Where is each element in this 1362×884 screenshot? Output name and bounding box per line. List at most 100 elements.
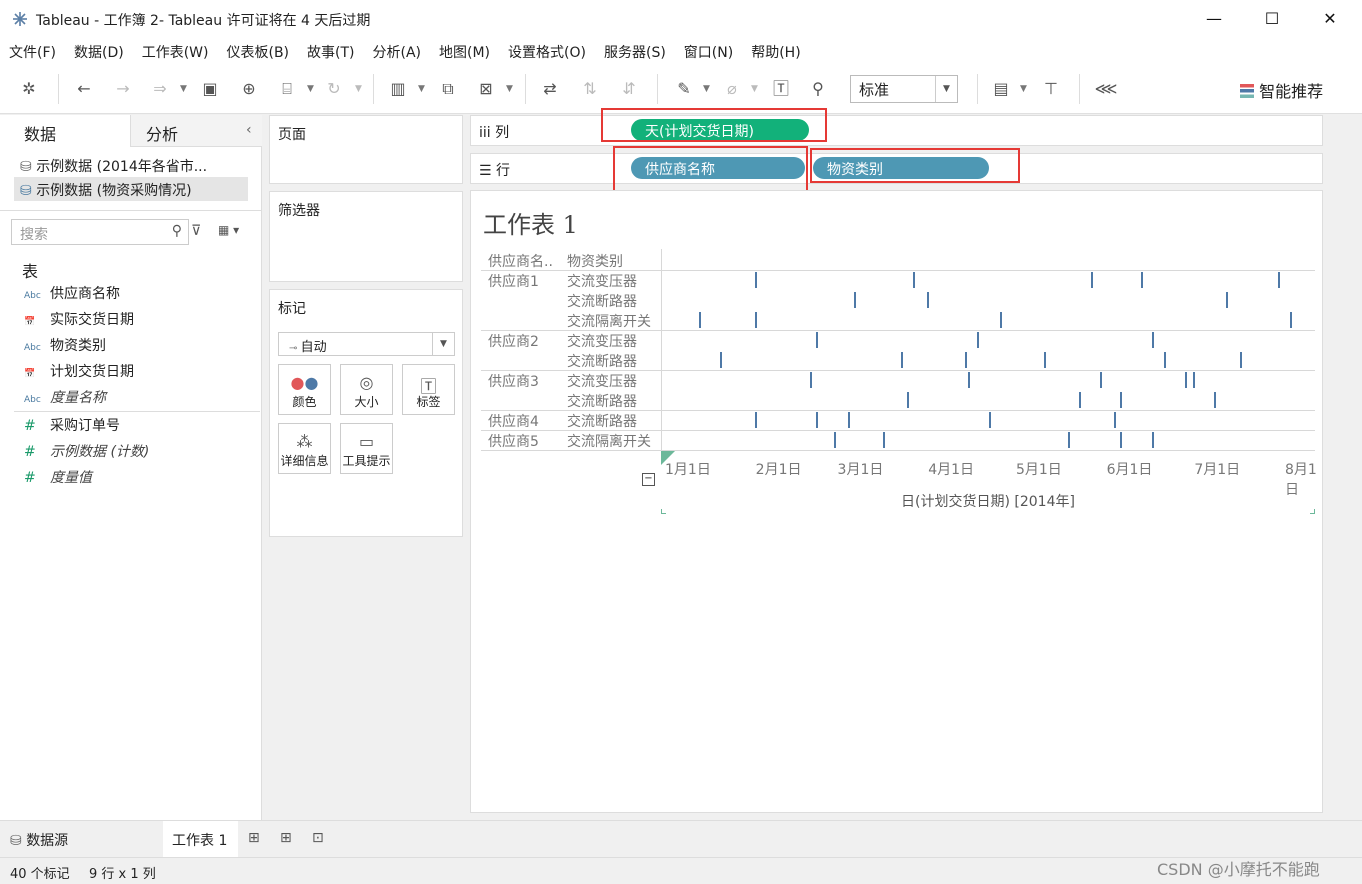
datasource-item[interactable]: ⛁ 示例数据 (2014年各省市... (14, 153, 248, 177)
menu-item[interactable]: 分析(A) (364, 38, 431, 62)
data-mark[interactable] (816, 412, 819, 428)
data-mark[interactable] (988, 412, 991, 428)
datasource-item-selected[interactable]: ⛁ 示例数据 (物资采购情况) (14, 177, 248, 201)
detail-button[interactable]: ⁂ 详细信息 (278, 423, 331, 474)
chevron-down-icon[interactable]: ▼ (180, 77, 187, 101)
data-mark[interactable] (900, 352, 903, 368)
data-mark[interactable] (1184, 372, 1187, 388)
data-mark[interactable] (965, 352, 968, 368)
group-members-icon[interactable]: ⌀ (720, 77, 744, 101)
data-mark[interactable] (1044, 352, 1047, 368)
data-mark[interactable] (906, 392, 909, 408)
show-cards-icon[interactable]: ▤ (989, 77, 1013, 101)
field-item[interactable]: # 示例数据 (计数) (24, 441, 260, 467)
data-mark[interactable] (816, 332, 819, 348)
refresh-icon[interactable]: ↻ (322, 77, 346, 101)
data-mark[interactable] (1152, 432, 1155, 448)
chevron-down-icon[interactable]: ▼ (418, 77, 425, 101)
duplicate-sheet-icon[interactable]: ⧉ (436, 77, 460, 101)
data-mark[interactable] (754, 412, 757, 428)
tab-analysis[interactable]: 分析 (130, 115, 262, 147)
collapse-pane-icon[interactable]: ‹ (246, 122, 252, 138)
chevron-down-icon[interactable]: ▼ (355, 77, 362, 101)
size-button[interactable]: ◎ 大小 (340, 364, 393, 415)
category-label[interactable]: 交流断路器 (567, 351, 637, 371)
data-mark[interactable] (854, 292, 857, 308)
data-mark[interactable] (1067, 432, 1070, 448)
minimize-button[interactable]: — (1192, 6, 1236, 32)
data-mark[interactable] (833, 432, 836, 448)
data-mark[interactable] (1225, 292, 1228, 308)
menu-item[interactable]: 工作表(W) (133, 38, 218, 62)
new-worksheet-icon[interactable]: ⊞ (248, 830, 260, 846)
columns-shelf[interactable]: iii 列 天(计划交货日期) (470, 115, 1323, 146)
tab-data[interactable]: 数据 (0, 115, 130, 147)
label-button[interactable]: 🅃 标签 (402, 364, 455, 415)
data-mark[interactable] (912, 272, 915, 288)
new-datasource-icon[interactable]: ⊕ (237, 77, 261, 101)
data-mark[interactable] (1289, 312, 1292, 328)
category-label[interactable]: 交流隔离开关 (567, 431, 651, 451)
data-mark[interactable] (883, 432, 886, 448)
field-item[interactable]: # 采购订单号 (24, 415, 260, 441)
field-item[interactable]: # 度量值 (24, 467, 260, 493)
collapse-icon[interactable]: − (642, 473, 655, 486)
pages-card[interactable]: 页面 (269, 115, 463, 184)
menu-item[interactable]: 设置格式(O) (499, 38, 595, 62)
tab-sheet1[interactable]: 工作表 1 (163, 821, 238, 857)
menu-item[interactable]: 地图(M) (430, 38, 499, 62)
category-label[interactable]: 交流断路器 (567, 291, 637, 311)
share-icon[interactable]: ⋘ (1094, 77, 1118, 101)
show-mark-labels-icon[interactable]: 🅃 (769, 77, 793, 101)
data-mark[interactable] (1278, 272, 1281, 288)
supplier-label[interactable]: 供应商2 (488, 331, 539, 351)
mark-type-select[interactable]: ⊸ 自动 ▼ (278, 332, 455, 356)
menu-item[interactable]: 文件(F) (0, 38, 65, 62)
category-label[interactable]: 交流隔离开关 (567, 311, 651, 331)
view-options-icon[interactable]: ▦ ▾ (218, 223, 239, 237)
chevron-down-icon[interactable]: ▼ (703, 77, 710, 101)
menu-item[interactable]: 仪表板(B) (217, 38, 298, 62)
row-header-category[interactable]: 物资类别 (567, 251, 623, 271)
data-mark[interactable] (719, 352, 722, 368)
menu-item[interactable]: 数据(D) (65, 38, 133, 62)
chevron-down-icon[interactable]: ▼ (307, 77, 314, 101)
chevron-down-icon[interactable]: ▼ (935, 76, 957, 102)
datasource-tab[interactable]: ⛁ 数据源 (10, 830, 68, 850)
menu-item[interactable]: 帮助(H) (742, 38, 809, 62)
sort-ascending-icon[interactable]: ⇅ (578, 77, 602, 101)
menu-item[interactable]: 窗口(N) (675, 38, 742, 62)
menu-item[interactable]: 服务器(S) (595, 38, 675, 62)
replay-icon[interactable]: ⇒ (148, 77, 172, 101)
category-label[interactable]: 交流断路器 (567, 391, 637, 411)
data-mark[interactable] (977, 332, 979, 348)
supplier-label[interactable]: 供应商3 (488, 371, 539, 391)
data-mark[interactable] (1213, 392, 1216, 408)
presentation-mode-icon[interactable]: ⊤ (1039, 77, 1063, 101)
category-label[interactable]: 交流变压器 (567, 331, 637, 351)
tooltip-button[interactable]: ▭ 工具提示 (340, 423, 393, 474)
chevron-down-icon[interactable]: ▼ (751, 77, 758, 101)
close-button[interactable]: ✕ (1308, 6, 1352, 32)
show-me-button[interactable]: 智能推荐 (1240, 78, 1323, 102)
data-mark[interactable] (1099, 372, 1102, 388)
data-mark[interactable] (754, 272, 757, 288)
data-mark[interactable] (1240, 352, 1243, 368)
row-header-supplier[interactable]: 供应商名.. (488, 251, 553, 271)
category-label[interactable]: 交流断路器 (567, 411, 637, 431)
data-mark[interactable] (1164, 352, 1167, 368)
category-label[interactable]: 交流变压器 (567, 271, 637, 291)
data-mark[interactable] (754, 312, 757, 328)
data-mark[interactable] (968, 372, 971, 388)
data-mark[interactable] (1140, 272, 1143, 288)
save-icon[interactable]: ▣ (198, 77, 222, 101)
data-mark[interactable] (699, 312, 702, 328)
swap-rows-columns-icon[interactable]: ⇄ (538, 77, 562, 101)
filters-card[interactable]: 筛选器 (269, 191, 463, 282)
data-mark[interactable] (810, 372, 813, 388)
tableau-home-icon[interactable]: ✲ (17, 77, 41, 101)
supplier-label[interactable]: 供应商1 (488, 271, 539, 291)
fit-select[interactable]: 标准 ▼ (850, 75, 958, 103)
new-worksheet-icon[interactable]: ▥ (386, 77, 410, 101)
chevron-down-icon[interactable]: ▼ (506, 77, 513, 101)
